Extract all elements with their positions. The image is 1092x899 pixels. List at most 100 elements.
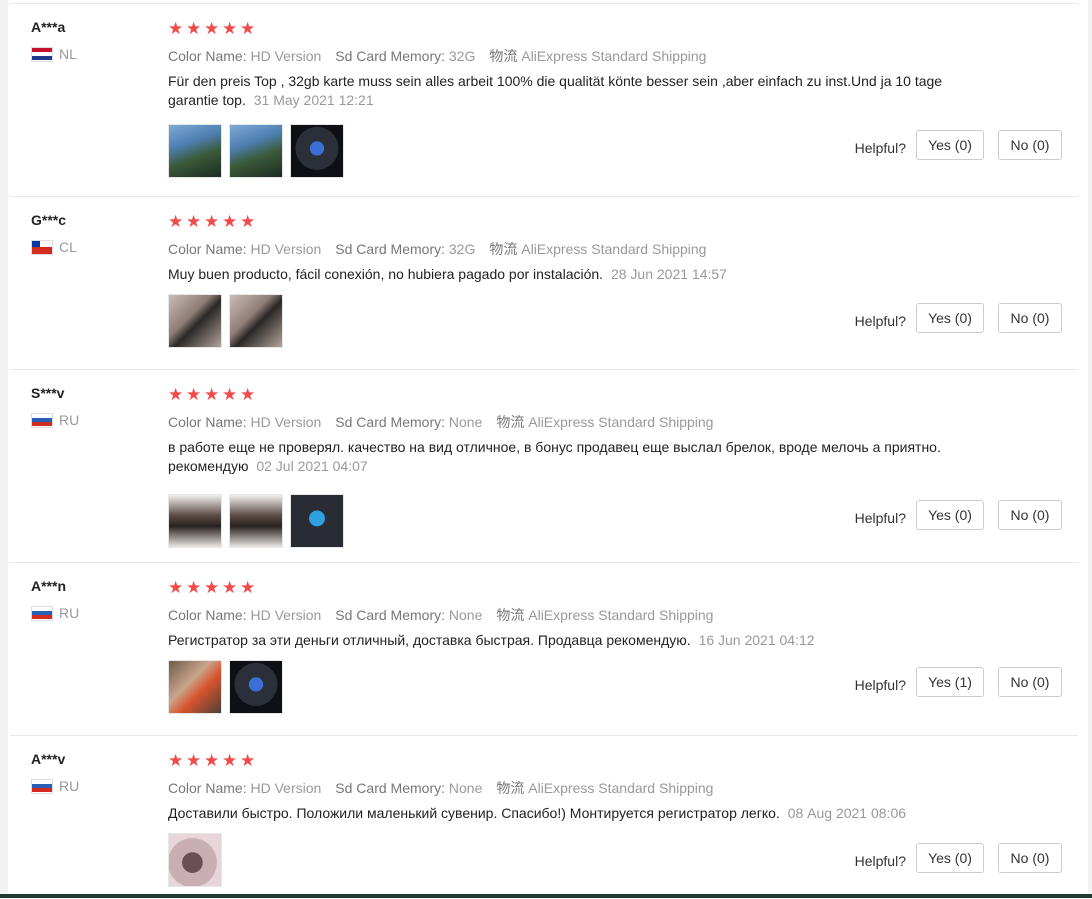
- helpful-yes-button[interactable]: Yes (0): [916, 843, 984, 873]
- helpful-label: Helpful?: [854, 313, 906, 329]
- helpful-yes-button[interactable]: Yes (1): [916, 667, 984, 697]
- reviewer-info: A***v RU: [31, 750, 151, 794]
- review-photo[interactable]: [229, 494, 283, 548]
- star-icon: ★: [240, 385, 256, 404]
- russia-flag-icon: [31, 778, 53, 794]
- color-name-label: Color Name:: [168, 241, 247, 257]
- country-code: RU: [59, 778, 80, 794]
- star-icon: ★: [168, 385, 184, 404]
- reviewer-country: NL: [31, 46, 151, 62]
- reviewer-info: A***a NL: [31, 18, 151, 62]
- shipping-value: AliExpress Standard Shipping: [521, 48, 707, 64]
- shipping-label: 物流: [496, 780, 525, 796]
- shipping-value: AliExpress Standard Shipping: [528, 607, 714, 623]
- reviewer-name: A***a: [31, 19, 66, 35]
- review-photos: [168, 660, 283, 714]
- reviewer-info: G***c CL: [31, 211, 151, 255]
- star-icon: ★: [186, 578, 202, 597]
- review-text: Muy buen producto, fácil conexión, no hu…: [168, 265, 968, 284]
- color-name-value: HD Version: [250, 48, 322, 64]
- star-icon: ★: [186, 212, 202, 231]
- shipping-label: 物流: [489, 241, 518, 257]
- shipping-label: 物流: [496, 414, 525, 430]
- sd-card-label: Sd Card Memory:: [335, 607, 445, 623]
- sd-card-value: None: [448, 414, 483, 430]
- star-icon: ★: [204, 385, 220, 404]
- review-item: A***v RU ★ ★ ★ ★ ★ Color Name: HD Version Sd Car…: [10, 735, 1078, 899]
- review-photo[interactable]: [168, 833, 222, 887]
- sd-card-label: Sd Card Memory:: [335, 780, 445, 796]
- star-icon: ★: [222, 19, 238, 38]
- review-date: 08 Aug 2021 08:06: [787, 805, 907, 821]
- review-photos: [168, 833, 222, 887]
- reviewer-country: RU: [31, 778, 151, 794]
- netherlands-flag-icon: [31, 46, 53, 62]
- review-date: 16 Jun 2021 04:12: [698, 632, 815, 648]
- star-icon: ★: [222, 578, 238, 597]
- helpful-no-button[interactable]: No (0): [998, 500, 1062, 530]
- country-code: RU: [59, 412, 80, 428]
- review-photo[interactable]: [168, 660, 222, 714]
- sd-card-value: 32G: [448, 48, 476, 64]
- star-icon: ★: [240, 578, 256, 597]
- review-date: 02 Jul 2021 04:07: [256, 458, 368, 474]
- star-icon: ★: [204, 751, 220, 770]
- reviewer-name: A***v: [31, 751, 66, 767]
- review-photo[interactable]: [290, 124, 344, 178]
- helpful-no-button[interactable]: No (0): [998, 843, 1062, 873]
- sd-card-value: None: [448, 607, 483, 623]
- review-photo[interactable]: [168, 494, 222, 548]
- review-body: Доставили быстро. Положили маленький сув…: [168, 805, 780, 821]
- star-icon: ★: [240, 19, 256, 38]
- helpful-yes-button[interactable]: Yes (0): [916, 500, 984, 530]
- star-rating: ★ ★ ★ ★ ★: [168, 20, 1068, 38]
- review-photo[interactable]: [168, 294, 222, 348]
- helpful-no-button[interactable]: No (0): [998, 667, 1062, 697]
- reviewer-country: RU: [31, 412, 151, 428]
- review-text: Регистратор за эти деньги отличный, дост…: [168, 631, 968, 650]
- shipping-label: 物流: [489, 48, 518, 64]
- review-photo[interactable]: [168, 124, 222, 178]
- helpful-no-button[interactable]: No (0): [998, 303, 1062, 333]
- color-name-label: Color Name:: [168, 780, 247, 796]
- star-icon: ★: [240, 751, 256, 770]
- country-code: CL: [59, 239, 77, 255]
- helpful-no-button[interactable]: No (0): [998, 130, 1062, 160]
- star-rating: ★ ★ ★ ★ ★: [168, 386, 1068, 404]
- reviewer-name: A***n: [31, 578, 67, 594]
- review-photo[interactable]: [290, 494, 344, 548]
- russia-flag-icon: [31, 605, 53, 621]
- review-item: A***n RU ★ ★ ★ ★ ★ Color Name: HD Version Sd Car…: [10, 562, 1078, 736]
- review-attributes: Color Name: HD Version Sd Card Memory: No…: [168, 412, 1068, 432]
- star-icon: ★: [186, 19, 202, 38]
- review-attributes: Color Name: HD Version Sd Card Memory: 32…: [168, 239, 1068, 259]
- star-icon: ★: [204, 19, 220, 38]
- reviewer-country: RU: [31, 605, 151, 621]
- frame-right: [1088, 0, 1092, 898]
- review-text: Доставили быстро. Положили маленький сув…: [168, 804, 968, 823]
- review-photo[interactable]: [229, 124, 283, 178]
- sd-card-value: 32G: [448, 241, 476, 257]
- star-icon: ★: [168, 751, 184, 770]
- country-code: RU: [59, 605, 80, 621]
- shipping-label: 物流: [496, 607, 525, 623]
- sd-card-label: Sd Card Memory:: [335, 414, 445, 430]
- helpful-section: Helpful? Yes (0) No (0): [855, 500, 1062, 530]
- review-text: Für den preis Top , 32gb karte muss sein…: [168, 72, 968, 110]
- star-icon: ★: [168, 578, 184, 597]
- review-attributes: Color Name: HD Version Sd Card Memory: 32…: [168, 46, 1068, 66]
- review-item: G***c CL ★ ★ ★ ★ ★ Color Name: HD Version Sd Car…: [10, 196, 1078, 370]
- sd-card-value: None: [448, 780, 483, 796]
- helpful-label: Helpful?: [854, 510, 906, 526]
- shipping-value: AliExpress Standard Shipping: [528, 780, 714, 796]
- review-photo[interactable]: [229, 294, 283, 348]
- reviewer-info: S***v RU: [31, 384, 151, 428]
- star-icon: ★: [222, 385, 238, 404]
- review-photo[interactable]: [229, 660, 283, 714]
- review-item: S***v RU ★ ★ ★ ★ ★ Color Name: HD Version Sd Car…: [10, 369, 1078, 563]
- star-rating: ★ ★ ★ ★ ★: [168, 579, 1068, 597]
- helpful-yes-button[interactable]: Yes (0): [916, 130, 984, 160]
- helpful-yes-button[interactable]: Yes (0): [916, 303, 984, 333]
- color-name-value: HD Version: [250, 780, 322, 796]
- reviewer-name: G***c: [31, 212, 67, 228]
